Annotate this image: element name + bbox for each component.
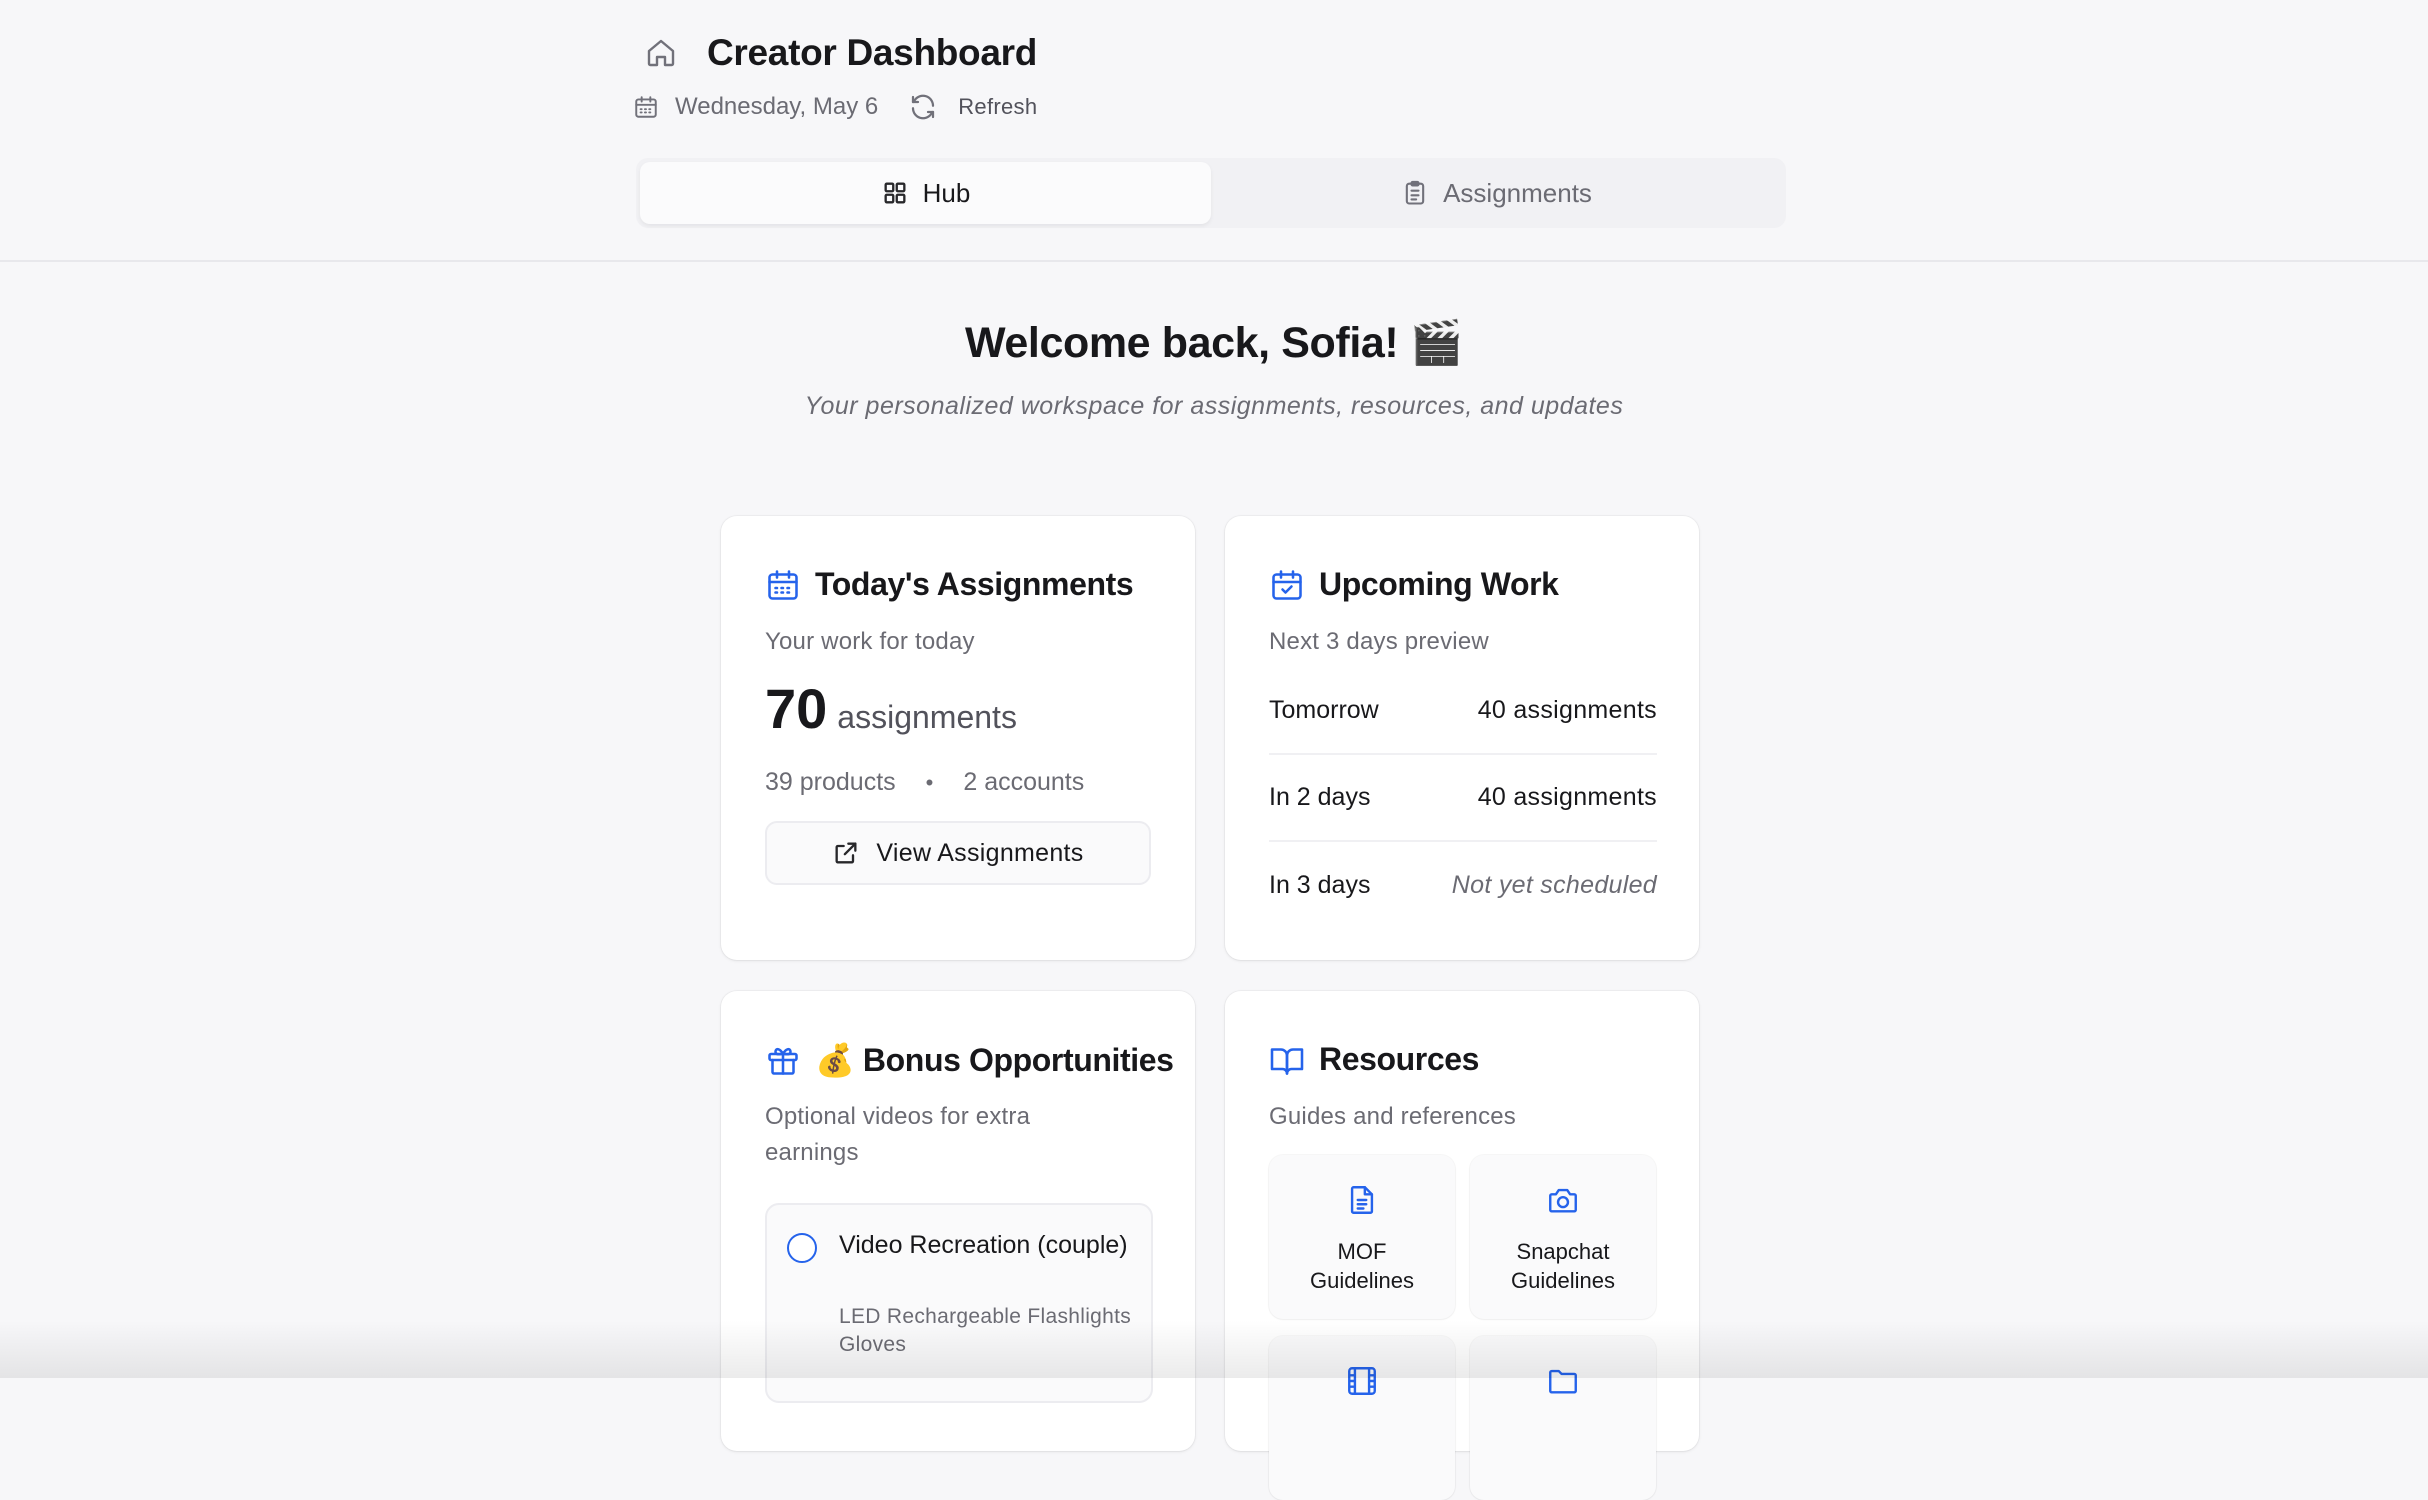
upcoming-row: In 2 days 40 assignments (1269, 755, 1657, 842)
stats-row: 39 products • 2 accounts (765, 768, 1084, 797)
tab-hub-label: Hub (922, 177, 971, 208)
bonus-item-title: Video Recreation (couple) (839, 1231, 1128, 1259)
tab-assignments-label: Assignments (1443, 177, 1592, 208)
upcoming-day-value: 40 assignments (1477, 783, 1657, 811)
current-date: Wednesday, May 6 (675, 93, 879, 120)
card-title: Upcoming Work (1319, 566, 1559, 602)
calendar-icon (765, 567, 801, 603)
tab-hub[interactable]: Hub (640, 162, 1211, 224)
card-title: Today's Assignments (815, 566, 1134, 602)
upcoming-list: Tomorrow 40 assignments In 2 days 40 ass… (1269, 668, 1657, 929)
title-row: Creator Dashboard (645, 32, 1037, 74)
resource-tile-partial[interactable] (1470, 1336, 1656, 1500)
resources-card: Resources Guides and references MOF Guid… (1225, 991, 1699, 1500)
bottom-fade (0, 1320, 2428, 1378)
upcoming-day-label: In 2 days (1269, 783, 1371, 811)
products-count: 39 products (765, 768, 896, 796)
select-radio[interactable] (787, 1233, 817, 1263)
assignment-count-number: 70 (765, 677, 828, 740)
refresh-label: Refresh (958, 94, 1038, 119)
resource-tile-snapchat-guidelines[interactable]: Snapchat Guidelines (1470, 1155, 1656, 1319)
meta-row: Wednesday, May 6 Refresh (633, 92, 1037, 122)
card-header: Resources (1269, 1041, 1479, 1078)
bonus-item-product: LED Rechargeable Flashlights Gloves (839, 1305, 1132, 1356)
resource-tile-label: MOF Guidelines (1310, 1239, 1414, 1293)
bonus-item[interactable]: Video Recreation (couple) LED Rechargeab… (765, 1203, 1153, 1403)
document-icon (1345, 1183, 1379, 1217)
upcoming-row: In 3 days Not yet scheduled (1269, 842, 1657, 929)
card-header: Upcoming Work (1269, 566, 1559, 603)
upcoming-row: Tomorrow 40 assignments (1269, 668, 1657, 755)
welcome-section: Welcome back, Sofia! 🎬 Your personalized… (0, 318, 2428, 421)
camera-icon (1546, 1183, 1580, 1217)
card-subtitle: Guides and references (1269, 1103, 1517, 1130)
card-subtitle: Your work for today (765, 628, 975, 655)
card-title: 💰 Bonus Opportunities (815, 1042, 1174, 1078)
tab-assignments[interactable]: Assignments (1211, 162, 1782, 224)
calendar-check-icon (1269, 567, 1305, 603)
gift-icon (765, 1042, 801, 1078)
clipboard-icon (1401, 179, 1429, 207)
card-subtitle: Next 3 days preview (1269, 628, 1489, 655)
page-title: Creator Dashboard (707, 32, 1038, 73)
upcoming-work-card: Upcoming Work Next 3 days preview Tomorr… (1225, 516, 1699, 960)
assignment-count: 70 assignments (765, 676, 1017, 741)
card-subtitle: Optional videos for extra earnings (765, 1103, 1031, 1166)
view-assignments-label: View Assignments (876, 838, 1084, 867)
card-title: Resources (1319, 1041, 1480, 1077)
refresh-button[interactable]: Refresh (908, 92, 1037, 122)
upcoming-day-value: Not yet scheduled (1451, 871, 1657, 899)
card-header: Today's Assignments (765, 566, 1134, 603)
external-link-icon (832, 839, 860, 867)
film-icon (1345, 1364, 1379, 1398)
todays-assignments-card: Today's Assignments Your work for today … (721, 516, 1195, 960)
bonus-opportunities-card: 💰 Bonus Opportunities Optional videos fo… (721, 991, 1195, 1451)
resource-tile-partial[interactable] (1269, 1336, 1455, 1500)
app-header: Creator Dashboard Wednesday, May 6 Refre… (0, 0, 2428, 262)
resource-tile-label: Snapchat Guidelines (1511, 1239, 1615, 1293)
refresh-icon (908, 92, 938, 122)
main-tabs: Hub Assignments (636, 158, 1786, 228)
folder-icon (1546, 1364, 1580, 1398)
upcoming-day-label: Tomorrow (1269, 696, 1379, 724)
welcome-title: Welcome back, Sofia! 🎬 (965, 319, 1463, 367)
upcoming-day-label: In 3 days (1269, 871, 1371, 899)
grid-icon (881, 179, 909, 207)
home-icon[interactable] (645, 37, 677, 69)
view-assignments-button[interactable]: View Assignments (765, 821, 1151, 885)
resource-tile-mof-guidelines[interactable]: MOF Guidelines (1269, 1155, 1455, 1319)
accounts-count: 2 accounts (963, 768, 1085, 796)
welcome-subtitle: Your personalized workspace for assignme… (804, 392, 1624, 420)
calendar-icon (633, 94, 659, 120)
assignment-count-unit: assignments (837, 699, 1017, 735)
book-open-icon (1269, 1042, 1305, 1078)
upcoming-day-value: 40 assignments (1477, 696, 1657, 724)
card-header: 💰 Bonus Opportunities (765, 1041, 1174, 1079)
separator-dot: • (925, 769, 934, 795)
